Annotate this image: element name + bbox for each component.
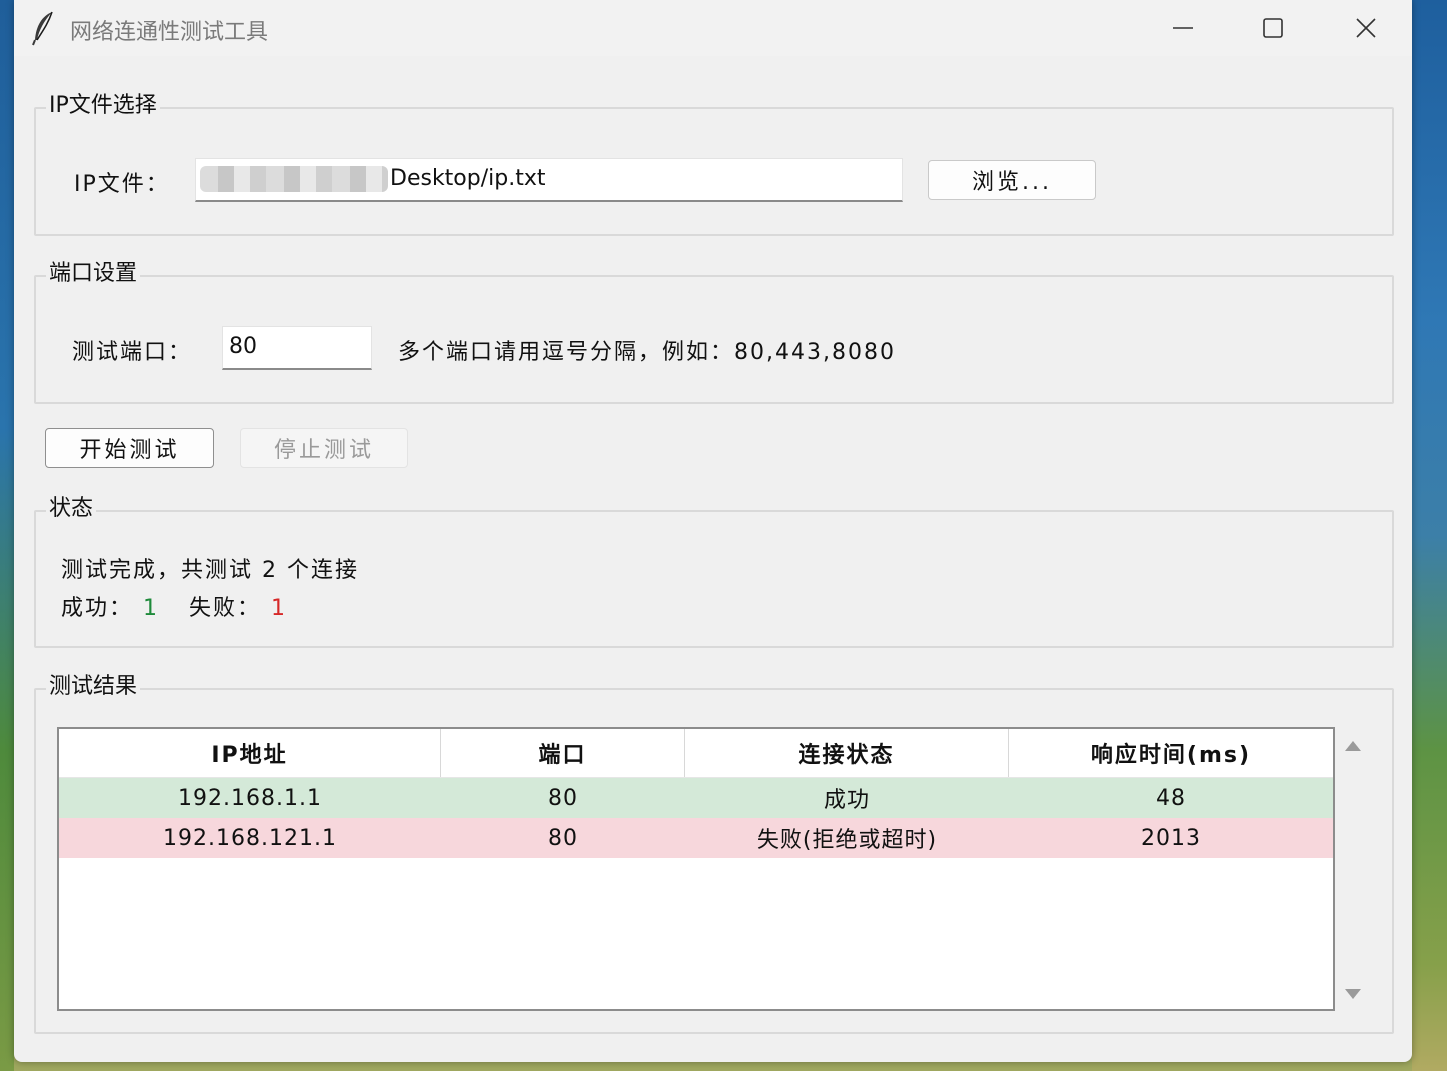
column-header-port[interactable]: 端口 <box>441 729 685 777</box>
triangle-up-icon <box>1345 741 1361 751</box>
status-group-label: 状态 <box>46 496 97 522</box>
app-window: 网络连通性测试工具 IP文件选择 IP文件： Desktop/ip.txt 浏览… <box>14 0 1412 1062</box>
cell-ip: 192.168.121.1 <box>163 825 337 851</box>
fail-label: 失败： <box>189 596 262 621</box>
success-label: 成功： <box>61 596 134 621</box>
scroll-up-button[interactable] <box>1343 738 1363 754</box>
table-row[interactable]: 192.168.1.1 80 成功 48 <box>59 778 1333 818</box>
results-group-label: 测试结果 <box>46 674 141 700</box>
cell-status: 失败(拒绝或超时) <box>756 828 938 853</box>
column-header-status[interactable]: 连接状态 <box>685 729 1009 777</box>
status-counts: 成功： 1 失败： 1 <box>61 590 287 622</box>
table-row[interactable]: 192.168.121.1 80 失败(拒绝或超时) 2013 <box>59 818 1333 858</box>
success-count: 1 <box>143 596 160 621</box>
results-table-header: IP地址 端口 连接状态 响应时间(ms) <box>59 729 1333 778</box>
ip-file-path-text: Desktop/ip.txt <box>390 166 546 191</box>
cell-time: 48 <box>1156 785 1186 811</box>
port-hint: 多个端口请用逗号分隔，例如：80,443,8080 <box>398 340 896 365</box>
port-group-label: 端口设置 <box>46 261 141 287</box>
scroll-down-button[interactable] <box>1343 986 1363 1002</box>
feather-icon <box>32 10 56 46</box>
column-header-time[interactable]: 响应时间(ms) <box>1009 729 1333 777</box>
ip-file-input[interactable]: Desktop/ip.txt <box>195 158 903 202</box>
start-test-button[interactable]: 开始测试 <box>45 428 214 468</box>
cell-port: 80 <box>548 785 578 811</box>
port-input[interactable]: 80 <box>222 326 372 370</box>
browse-button[interactable]: 浏览... <box>928 160 1096 200</box>
triangle-down-icon <box>1345 989 1361 999</box>
status-summary: 测试完成，共测试 2 个连接 <box>61 558 359 583</box>
maximize-icon <box>1263 18 1283 38</box>
cell-status: 成功 <box>823 788 870 813</box>
ip-file-label: IP文件： <box>74 172 170 197</box>
fail-count: 1 <box>271 596 288 621</box>
minimize-icon <box>1173 27 1193 29</box>
close-button[interactable] <box>1343 8 1389 48</box>
cell-port: 80 <box>548 825 578 851</box>
cell-time: 2013 <box>1141 825 1201 851</box>
stop-test-button[interactable]: 停止测试 <box>240 428 408 468</box>
port-label: 测试端口： <box>72 340 193 365</box>
desktop-background-right <box>1412 0 1447 1071</box>
window-title: 网络连通性测试工具 <box>70 20 269 45</box>
results-table[interactable]: IP地址 端口 连接状态 响应时间(ms) 192.168.1.1 80 成功 … <box>57 727 1335 1011</box>
column-header-ip[interactable]: IP地址 <box>59 729 441 777</box>
maximize-button[interactable] <box>1250 8 1296 48</box>
redacted-path-segment <box>200 166 388 192</box>
desktop-background-left <box>0 0 14 1071</box>
title-bar[interactable]: 网络连通性测试工具 <box>14 0 1412 56</box>
ip-file-group-label: IP文件选择 <box>46 93 160 119</box>
minimize-button[interactable] <box>1160 8 1206 48</box>
close-icon <box>1356 18 1376 38</box>
cell-ip: 192.168.1.1 <box>178 785 322 811</box>
